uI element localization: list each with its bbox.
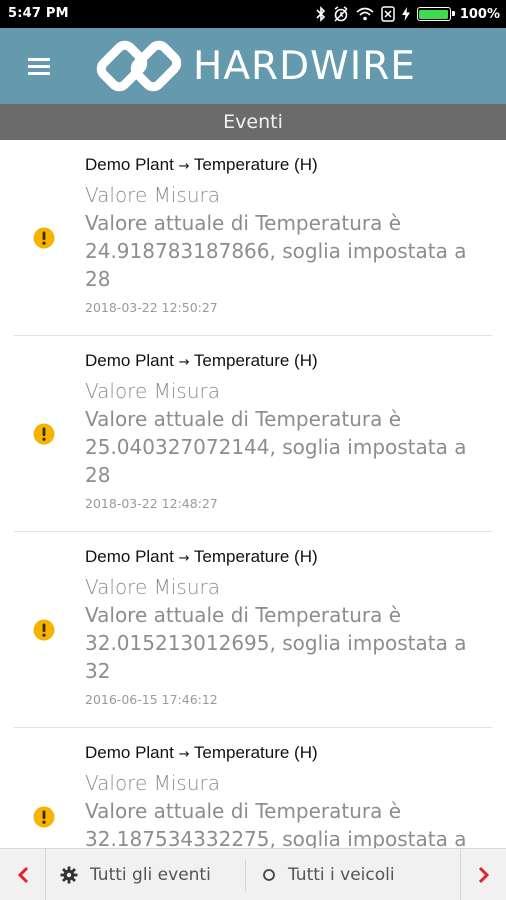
event-target: Temperature (H): [193, 547, 318, 566]
warning-icon: [33, 423, 55, 445]
warning-icon: [33, 227, 55, 249]
bottom-filter-bar: Tutti gli eventi Tutti i veicoli: [0, 848, 506, 900]
event-description-line-1: Valore attuale di Temperatura è: [85, 799, 402, 823]
status-bar: 5:47 PM 100%: [0, 0, 506, 28]
hardwire-logo: HARDWIRE: [95, 37, 416, 95]
status-icons: 100%: [316, 5, 500, 23]
event-timestamp: 2018-03-22 12:48:27: [85, 496, 218, 511]
arrow-icon: →: [178, 355, 190, 370]
event-description-line-2: 32.187534332275, soglia impostata a: [85, 827, 467, 848]
event-list[interactable]: Demo Plant → Temperature (H) Valore Misur…: [0, 140, 506, 848]
event-source: Demo Plant: [85, 351, 174, 370]
arrow-icon: →: [178, 159, 190, 174]
event-timestamp: 2018-03-22 12:50:27: [85, 300, 218, 315]
event-source: Demo Plant: [85, 155, 174, 174]
charging-icon: [401, 7, 410, 21]
event-content: Demo Plant → Temperature (H) Valore Misur…: [85, 728, 492, 848]
event-type: Valore Misura: [85, 575, 221, 599]
warning-icon: [33, 619, 55, 641]
event-description-line-3: 28: [85, 463, 111, 487]
event-description-line-3: 28: [85, 267, 111, 291]
event-type: Valore Misura: [85, 379, 221, 403]
event-content: Demo Plant → Temperature (H) Valore Misur…: [85, 532, 492, 727]
battery-percent: 100%: [459, 6, 500, 22]
app-screen: 5:47 PM 100% HARDWIRE Eventi Demo Plant …: [0, 0, 506, 900]
previous-button[interactable]: [0, 849, 46, 900]
event-title: Demo Plant → Temperature (H): [85, 743, 492, 765]
event-target: Temperature (H): [193, 155, 318, 174]
event-description-line-3: 32: [85, 659, 111, 683]
event-list-item[interactable]: Demo Plant → Temperature (H) Valore Misur…: [14, 336, 492, 532]
event-list-item[interactable]: Demo Plant → Temperature (H) Valore Misur…: [14, 140, 492, 336]
event-title: Demo Plant → Temperature (H): [85, 155, 492, 177]
section-title-bar: Eventi: [0, 104, 506, 140]
event-timestamp: 2016-06-15 17:46:12: [85, 692, 218, 707]
bluetooth-icon: [316, 6, 325, 22]
event-source: Demo Plant: [85, 743, 174, 762]
alarm-icon: [334, 6, 348, 22]
battery-fill: [419, 9, 449, 19]
event-source: Demo Plant: [85, 547, 174, 566]
logo-text: HARDWIRE: [193, 43, 416, 89]
arrow-icon: →: [178, 551, 190, 566]
arrow-icon: →: [178, 747, 190, 762]
app-header: HARDWIRE: [0, 28, 506, 104]
bottom-bar-divider: [245, 859, 246, 891]
event-type: Valore Misura: [85, 771, 221, 795]
status-time: 5:47 PM: [8, 6, 69, 21]
event-description-line-2: 24.918783187866, soglia impostata a: [85, 239, 467, 263]
wifi-icon: [356, 7, 374, 21]
vehicles-filter-button[interactable]: Tutti i veicoli: [262, 849, 395, 900]
event-target: Temperature (H): [193, 743, 318, 762]
event-description-line-1: Valore attuale di Temperatura è: [85, 603, 402, 627]
battery-icon: [416, 7, 455, 21]
event-description-line-1: Valore attuale di Temperatura è: [85, 407, 402, 431]
hamburger-menu-icon[interactable]: [28, 58, 50, 75]
event-title: Demo Plant → Temperature (H): [85, 351, 492, 373]
event-list-item[interactable]: Demo Plant → Temperature (H) Valore Misur…: [14, 532, 492, 728]
event-target: Temperature (H): [193, 351, 318, 370]
circle-icon: [263, 869, 275, 881]
event-title: Demo Plant → Temperature (H): [85, 547, 492, 569]
event-content: Demo Plant → Temperature (H) Valore Misur…: [85, 336, 492, 531]
event-content: Demo Plant → Temperature (H) Valore Misur…: [85, 140, 492, 335]
vehicles-filter-label: Tutti i veicoli: [288, 865, 395, 885]
gear-icon: [60, 866, 78, 884]
event-type: Valore Misura: [85, 183, 221, 207]
chevron-left-icon: [17, 866, 28, 884]
next-button[interactable]: [460, 849, 506, 900]
event-description-line-2: 32.015213012695, soglia impostata a: [85, 631, 467, 655]
events-filter-button[interactable]: Tutti gli eventi: [60, 849, 211, 900]
sim-off-icon: [381, 6, 395, 22]
section-title: Eventi: [223, 111, 283, 133]
chain-link-icon: [96, 40, 182, 92]
chevron-right-icon: [478, 866, 489, 884]
events-filter-label: Tutti gli eventi: [90, 865, 211, 885]
event-description-line-2: 25.040327072144, soglia impostata a: [85, 435, 467, 459]
warning-icon: [33, 806, 55, 828]
event-description-line-1: Valore attuale di Temperatura è: [85, 211, 402, 235]
event-list-item[interactable]: Demo Plant → Temperature (H) Valore Misur…: [14, 728, 492, 848]
